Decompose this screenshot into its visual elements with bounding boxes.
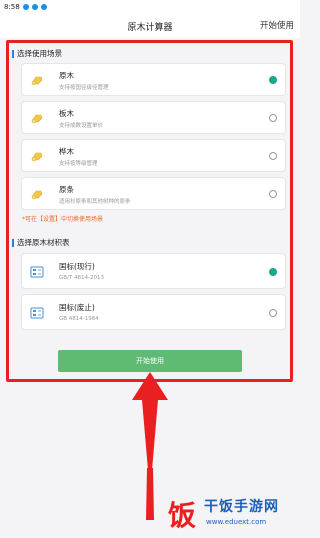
- watermark: 饭 干饭手游网 www.eduext.com: [162, 490, 298, 536]
- watermark-name: 干饭手游网: [204, 499, 279, 515]
- watermark-url: www.eduext.com: [206, 518, 267, 526]
- watermark-logo-icon: 饭: [168, 499, 197, 532]
- annotation-arrow-icon: [132, 372, 168, 520]
